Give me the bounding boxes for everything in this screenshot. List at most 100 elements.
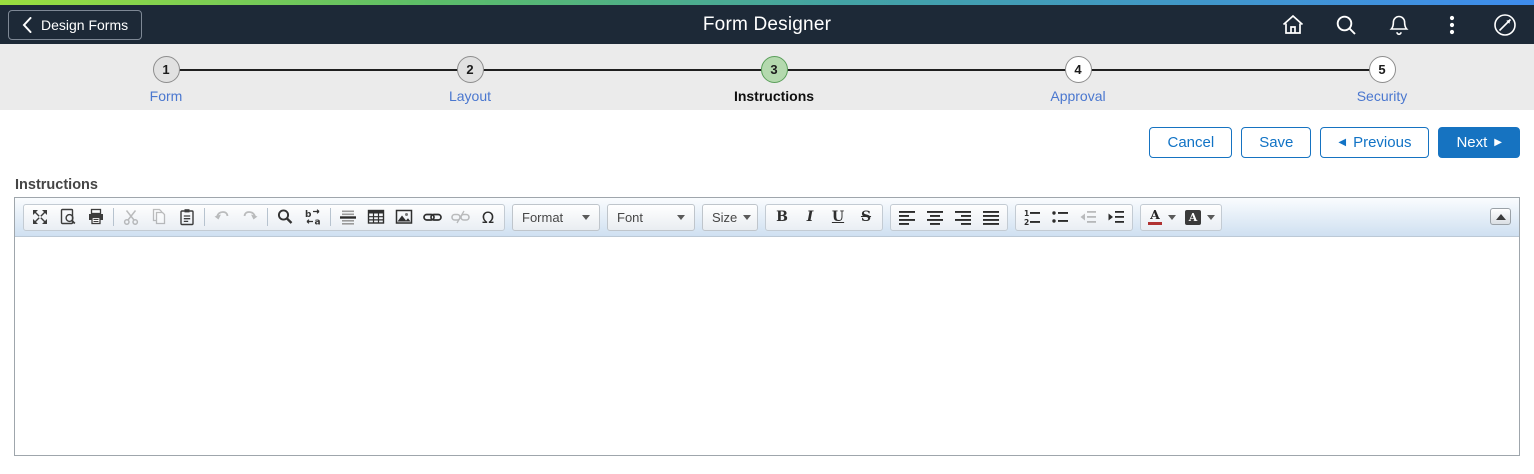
- next-arrow-icon: ▶: [1494, 136, 1502, 148]
- font-dropdown-label: Font: [617, 209, 644, 225]
- editor-content-area[interactable]: [15, 237, 1519, 455]
- step-layout[interactable]: 2 Layout: [318, 44, 622, 110]
- more-options-icon[interactable]: [1439, 12, 1465, 38]
- chevron-down-icon: [582, 214, 590, 220]
- font-dropdown[interactable]: Font: [607, 203, 695, 231]
- toolbar-align-group: [890, 203, 1008, 231]
- maximize-icon[interactable]: [26, 205, 54, 229]
- step-circle: 3: [760, 56, 788, 83]
- link-icon[interactable]: [418, 205, 446, 229]
- size-dropdown[interactable]: Size: [702, 203, 758, 231]
- editor-toolbar: ba Ω Format Font Size B I U S 1 2 A A: [15, 198, 1519, 237]
- background-color-icon[interactable]: A: [1181, 205, 1219, 229]
- back-button[interactable]: Design Forms: [8, 9, 143, 40]
- decrease-indent-icon[interactable]: [1074, 205, 1102, 229]
- step-circle: 2: [456, 56, 484, 83]
- svg-text:1: 1: [1024, 209, 1029, 218]
- back-chevron-icon: [22, 16, 32, 33]
- omega-glyph: Ω: [481, 207, 495, 227]
- special-character-icon[interactable]: Ω: [474, 205, 502, 229]
- header-bar: Design Forms Form Designer: [0, 5, 1534, 44]
- save-button[interactable]: Save: [1241, 127, 1312, 158]
- chevron-down-icon: [1207, 214, 1215, 220]
- bold-icon[interactable]: B: [768, 205, 796, 229]
- strikethrough-icon[interactable]: S: [852, 205, 880, 229]
- svg-text:a: a: [315, 218, 321, 227]
- format-dropdown-label: Format: [522, 209, 564, 225]
- save-label: Save: [1259, 134, 1294, 151]
- previous-button[interactable]: ◀ Previous: [1320, 127, 1430, 158]
- size-dropdown-label: Size: [712, 209, 738, 225]
- preview-icon[interactable]: [54, 205, 82, 229]
- toolbar-separator: [204, 208, 205, 226]
- step-label: Form: [149, 88, 183, 104]
- unlink-icon[interactable]: [446, 205, 474, 229]
- step-instructions[interactable]: 3 Instructions: [622, 44, 926, 110]
- previous-arrow-icon: ◀: [1338, 136, 1347, 148]
- toolbar-basicstyles-group: B I U S: [765, 203, 883, 231]
- print-icon[interactable]: [82, 205, 110, 229]
- next-label: Next: [1456, 134, 1488, 151]
- toolbar-main-group: ba Ω: [23, 203, 505, 231]
- step-security[interactable]: 5 Security: [1230, 44, 1534, 110]
- step-circle: 1: [152, 56, 180, 83]
- text-color-icon[interactable]: A: [1143, 205, 1181, 229]
- notifications-icon[interactable]: [1386, 12, 1412, 38]
- action-button-row: Cancel Save ◀ Previous Next ▶: [0, 127, 1520, 158]
- home-icon[interactable]: [1280, 12, 1306, 38]
- underline-icon[interactable]: U: [824, 205, 852, 229]
- chevron-down-icon: [677, 214, 685, 220]
- collapse-arrow-icon: [1495, 213, 1506, 220]
- rich-text-editor: ba Ω Format Font Size B I U S 1 2 A A: [14, 197, 1520, 456]
- find-icon[interactable]: [271, 205, 299, 229]
- wizard-stepper: 1 Form 2 Layout 3 Instructions 4 Approva…: [0, 44, 1534, 110]
- step-label: Security: [1356, 88, 1408, 104]
- chevron-down-icon: [1168, 214, 1176, 220]
- numbered-list-icon[interactable]: 12: [1018, 205, 1046, 229]
- format-dropdown[interactable]: Format: [512, 203, 600, 231]
- toolbar-separator: [330, 208, 331, 226]
- increase-indent-icon[interactable]: [1102, 205, 1130, 229]
- step-label: Instructions: [733, 88, 815, 104]
- previous-label: Previous: [1353, 134, 1412, 151]
- redo-icon[interactable]: [236, 205, 264, 229]
- back-button-label: Design Forms: [41, 16, 129, 33]
- toolbar-separator: [267, 208, 268, 226]
- header-icon-group: [1280, 12, 1534, 38]
- align-justify-icon[interactable]: [977, 205, 1005, 229]
- cut-icon[interactable]: [117, 205, 145, 229]
- table-icon[interactable]: [362, 205, 390, 229]
- align-left-icon[interactable]: [893, 205, 921, 229]
- align-center-icon[interactable]: [921, 205, 949, 229]
- toolbar-separator: [113, 208, 114, 226]
- toolbar-color-group: A A: [1140, 203, 1222, 231]
- step-circle: 5: [1368, 56, 1396, 83]
- paste-icon[interactable]: [173, 205, 201, 229]
- next-button[interactable]: Next ▶: [1438, 127, 1520, 158]
- toolbar-list-group: 12: [1015, 203, 1133, 231]
- undo-icon[interactable]: [208, 205, 236, 229]
- svg-text:b: b: [305, 210, 312, 220]
- step-form[interactable]: 1 Form: [14, 44, 318, 110]
- cancel-label: Cancel: [1167, 134, 1215, 151]
- step-circle: 4: [1064, 56, 1092, 83]
- navbar-compass-icon[interactable]: [1492, 12, 1518, 38]
- horizontal-line-icon[interactable]: [334, 205, 362, 229]
- image-icon[interactable]: [390, 205, 418, 229]
- page-title: Form Designer: [702, 13, 832, 35]
- align-right-icon[interactable]: [949, 205, 977, 229]
- copy-icon[interactable]: [145, 205, 173, 229]
- step-label: Layout: [448, 88, 492, 104]
- cancel-button[interactable]: Cancel: [1149, 127, 1233, 158]
- replace-icon[interactable]: ba: [299, 205, 327, 229]
- step-approval[interactable]: 4 Approval: [926, 44, 1230, 110]
- bulleted-list-icon[interactable]: [1046, 205, 1074, 229]
- text-color-swatch: [1148, 222, 1162, 226]
- step-label: Approval: [1050, 88, 1106, 104]
- search-icon[interactable]: [1333, 12, 1359, 38]
- italic-icon[interactable]: I: [796, 205, 824, 229]
- svg-text:2: 2: [1024, 218, 1029, 226]
- chevron-down-icon: [743, 214, 752, 220]
- collapse-toolbar-button[interactable]: [1490, 208, 1511, 225]
- instructions-section-label: Instructions: [15, 177, 98, 193]
